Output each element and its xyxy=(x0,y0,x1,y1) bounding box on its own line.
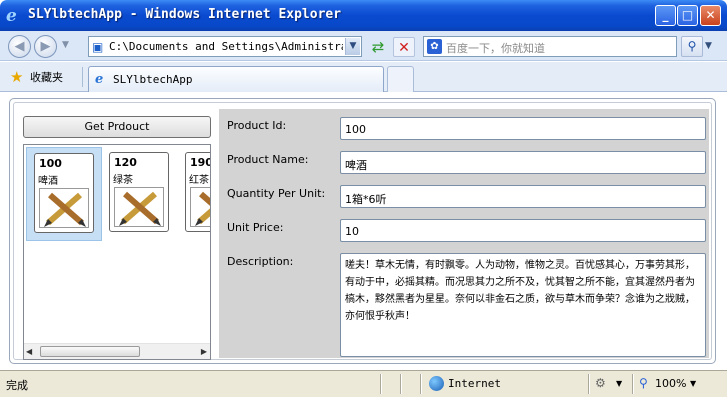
refresh-button[interactable]: ⇄ xyxy=(367,37,389,57)
divider xyxy=(588,374,590,394)
divider xyxy=(420,374,422,394)
security-dropdown-icon[interactable]: ▼ xyxy=(616,379,622,388)
zoom-level[interactable]: 100% xyxy=(655,377,686,390)
magnifier-icon: ⚲ xyxy=(687,39,697,53)
description-label: Description: xyxy=(227,255,294,268)
product-name: 绿茶 xyxy=(113,175,133,186)
recent-pages-dropdown-icon[interactable]: ▼ xyxy=(62,40,69,50)
search-placeholder: 百度一下，你就知道 xyxy=(446,42,545,55)
favorites-star-icon[interactable]: ★ xyxy=(10,68,23,86)
product-id-label: Product Id: xyxy=(227,119,287,132)
product-name-field[interactable]: 啤酒 xyxy=(340,151,706,174)
page-content: Get Prdouct 100 啤酒 120 绿茶 190 红茶 ◀ ▶ Pro… xyxy=(0,93,727,370)
back-arrow-icon: ◀ xyxy=(14,39,25,54)
divider xyxy=(400,374,402,394)
window-title: SLYlbtechApp - Windows Internet Explorer xyxy=(28,7,342,22)
protected-mode-icon[interactable]: ⚙ xyxy=(595,376,606,390)
product-card: 100 啤酒 xyxy=(34,153,94,233)
product-image xyxy=(39,188,89,228)
product-details-panel: Product Id: 100 Product Name: 啤酒 Quantit… xyxy=(219,109,709,358)
forward-arrow-icon: ▶ xyxy=(40,39,51,54)
list-item[interactable]: 100 啤酒 xyxy=(26,147,102,241)
tab-active[interactable]: e SLYlbtechApp xyxy=(88,66,384,92)
back-button[interactable]: ◀ xyxy=(8,35,31,58)
product-image xyxy=(190,187,210,227)
quantity-field[interactable]: 1箱*6听 xyxy=(340,185,706,208)
address-dropdown-icon[interactable]: ▼ xyxy=(345,38,360,55)
favorites-bar: ★ 收藏夹 e SLYlbtechApp xyxy=(0,62,727,92)
product-id-field[interactable]: 100 xyxy=(340,117,706,140)
address-url[interactable]: C:\Documents and Settings\Administrator xyxy=(109,40,343,53)
unit-price-field[interactable]: 10 xyxy=(340,219,706,242)
list-item[interactable]: 190 红茶 xyxy=(178,147,211,241)
description-field[interactable]: 嗟夫！草木无情，有时飘零。人为动物，惟物之灵。百忧感其心，万事劳其形，有动于中，… xyxy=(340,253,706,357)
stop-button[interactable]: ✕ xyxy=(393,37,415,57)
unit-price-label: Unit Price: xyxy=(227,221,284,234)
scroll-right-icon[interactable]: ▶ xyxy=(201,347,207,356)
tab-label: SLYlbtechApp xyxy=(113,73,193,86)
horizontal-scrollbar[interactable]: ◀ ▶ xyxy=(24,343,210,359)
tab-ie-icon: e xyxy=(95,72,104,87)
zoom-icon[interactable]: ⚲ xyxy=(639,376,648,390)
refresh-icon: ⇄ xyxy=(371,38,385,56)
app-frame: Get Prdouct 100 啤酒 120 绿茶 190 红茶 ◀ ▶ Pro… xyxy=(9,98,716,364)
product-items: 100 啤酒 120 绿茶 190 红茶 xyxy=(24,145,211,245)
product-image xyxy=(114,187,164,227)
forward-button[interactable]: ▶ xyxy=(34,35,57,58)
address-field[interactable]: ▣ C:\Documents and Settings\Administrato… xyxy=(88,36,362,57)
product-id: 190 xyxy=(190,156,211,169)
zoom-dropdown-icon[interactable]: ▼ xyxy=(690,379,696,388)
pencil-icon xyxy=(44,192,86,227)
maximize-button[interactable]: □ xyxy=(677,5,698,26)
search-button[interactable]: ⚲ xyxy=(681,36,703,57)
product-id: 120 xyxy=(114,156,137,169)
minimize-button[interactable]: _ xyxy=(655,5,676,26)
product-card: 120 绿茶 xyxy=(109,152,169,232)
product-id: 100 xyxy=(39,157,62,170)
scroll-thumb[interactable] xyxy=(40,346,140,357)
product-name: 红茶 xyxy=(189,175,209,186)
product-name: 啤酒 xyxy=(38,176,58,187)
favorites-button[interactable]: 收藏夹 xyxy=(30,69,63,85)
globe-icon xyxy=(429,376,444,391)
search-options-dropdown-icon[interactable]: ▼ xyxy=(705,41,712,51)
new-tab-button[interactable] xyxy=(387,66,414,92)
security-zone: Internet xyxy=(448,377,501,390)
pencil-icon xyxy=(195,191,210,226)
status-bar: 完成 Internet ⚙ ▼ ⚲ 100% ▼ xyxy=(0,370,727,397)
divider xyxy=(82,67,83,87)
app-container: Get Prdouct 100 啤酒 120 绿茶 190 红茶 ◀ ▶ Pro… xyxy=(13,102,712,360)
search-input[interactable]: ✿ 百度一下，你就知道 xyxy=(423,36,677,57)
product-card: 190 红茶 xyxy=(185,152,211,232)
close-button[interactable]: ✕ xyxy=(700,5,721,26)
status-text: 完成 xyxy=(6,379,28,392)
ie-logo-icon: e xyxy=(6,6,17,26)
page-icon: ▣ xyxy=(92,40,104,54)
title-bar: e SLYlbtechApp - Windows Internet Explor… xyxy=(0,0,727,31)
quantity-label: Quantity Per Unit: xyxy=(227,187,326,200)
divider xyxy=(632,374,634,394)
address-toolbar: ◀ ▶ ▼ ▣ C:\Documents and Settings\Admini… xyxy=(0,31,727,61)
scroll-left-icon[interactable]: ◀ xyxy=(26,347,32,356)
product-list[interactable]: 100 啤酒 120 绿茶 190 红茶 ◀ ▶ xyxy=(23,144,211,360)
list-item[interactable]: 120 绿茶 xyxy=(102,147,178,241)
stop-icon: ✕ xyxy=(398,40,410,56)
pencil-icon xyxy=(119,191,161,226)
get-product-button[interactable]: Get Prdouct xyxy=(23,116,211,138)
product-name-label: Product Name: xyxy=(227,153,309,166)
baidu-paw-icon: ✿ xyxy=(427,39,442,54)
divider xyxy=(380,374,382,394)
